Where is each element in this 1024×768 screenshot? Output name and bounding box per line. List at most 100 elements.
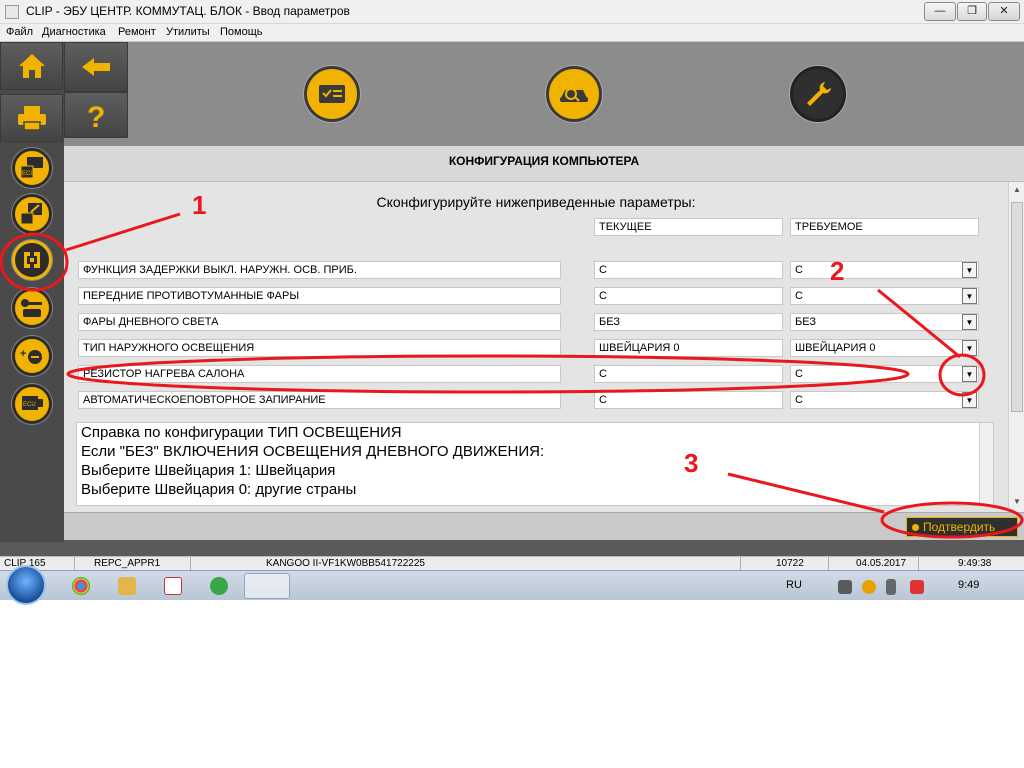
param-label-auto-relock: АВТОМАТИЧЕСКОЕПОВТОРНОЕ ЗАПИРАНИЕ bbox=[78, 391, 561, 409]
ecu-replace-button[interactable]: ECU bbox=[12, 384, 52, 424]
key-programming-button[interactable] bbox=[12, 288, 52, 328]
acrobat-icon[interactable] bbox=[164, 577, 182, 595]
ecu-chip-icon: ECU bbox=[22, 396, 43, 410]
help-line-1: Справка по конфигурации ТИП ОСВЕЩЕНИЯ bbox=[81, 424, 402, 441]
menu-repair[interactable]: Ремонт bbox=[118, 26, 156, 38]
back-button[interactable] bbox=[64, 42, 128, 92]
dropdown-arrow-auto-relock[interactable]: ▼ bbox=[962, 392, 977, 408]
param-required-auto-relock[interactable]: С bbox=[790, 391, 979, 409]
title-bar: CLIP - ЭБУ ЦЕНТР. КОММУТАЦ. БЛОК - Ввод … bbox=[0, 0, 1024, 24]
scroll-down-arrow-icon[interactable]: ▼ bbox=[1011, 496, 1023, 508]
dropdown-arrow-lighting-type[interactable]: ▼ bbox=[962, 340, 977, 356]
menu-file[interactable]: Файл bbox=[6, 26, 33, 38]
top-toolbar: ? bbox=[64, 42, 1024, 146]
svg-text:+: + bbox=[20, 348, 26, 360]
dropdown-arrow-fog-lights[interactable]: ▼ bbox=[962, 288, 977, 304]
question-mark-icon: ? bbox=[87, 101, 105, 131]
clip-taskbar-button[interactable] bbox=[244, 573, 290, 599]
param-current-lighting-type: ШВЕЙЦАРИЯ 0 bbox=[594, 339, 783, 357]
column-header-required: ТРЕБУЕМОЕ bbox=[790, 218, 979, 236]
param-required-cabin-heater-resistor[interactable]: С bbox=[790, 365, 979, 383]
status-bar: CLIP 165 REPC_APPR1 KANGOO II-VF1KW0BB54… bbox=[0, 556, 1024, 571]
chrome-icon[interactable] bbox=[72, 577, 90, 595]
help-button[interactable]: ? bbox=[64, 92, 128, 138]
param-current-auto-relock: С bbox=[594, 391, 783, 409]
param-label-lighting-delay: ФУНКЦИЯ ЗАДЕРЖКИ ВЫКЛ. НАРУЖН. ОСВ. ПРИБ… bbox=[78, 261, 561, 279]
svg-text:ECU: ECU bbox=[23, 402, 36, 408]
dropdown-arrow-cabin-heater-resistor[interactable]: ▼ bbox=[962, 366, 977, 382]
confirm-dot-icon bbox=[912, 524, 919, 531]
windows-taskbar: RU 9:49 bbox=[0, 565, 1024, 605]
menu-utilities[interactable]: Утилиты bbox=[166, 26, 210, 38]
signal-icon[interactable] bbox=[838, 580, 852, 594]
param-label-lighting-type: ТИП НАРУЖНОГО ОСВЕЩЕНИЯ bbox=[78, 339, 561, 357]
ecu-screen-icon: ECU bbox=[20, 157, 43, 179]
left-toolbar: ECU + ECU bbox=[0, 42, 64, 542]
messenger-icon[interactable] bbox=[210, 577, 228, 595]
home-button[interactable] bbox=[0, 42, 63, 90]
annotation-number-2: 2 bbox=[830, 256, 845, 286]
param-label-daytime-lights: ФАРЫ ДНЕВНОГО СВЕТА bbox=[78, 313, 561, 331]
print-button[interactable] bbox=[0, 94, 63, 142]
annotation-number-3: 3 bbox=[684, 448, 699, 478]
network-error-icon[interactable] bbox=[910, 580, 924, 594]
taskbar-clock: 9:49 bbox=[958, 579, 980, 591]
vehicle-diagnostic-button[interactable] bbox=[546, 66, 602, 122]
help-line-4: Выберите Швейцария 0: другие страны bbox=[81, 481, 357, 498]
printer-icon bbox=[17, 106, 46, 131]
parameters-tab-button[interactable] bbox=[304, 66, 360, 122]
dropdown-arrow-daytime-lights[interactable]: ▼ bbox=[962, 314, 977, 330]
menu-diagnostics[interactable]: Диагностика bbox=[42, 26, 106, 38]
param-current-daytime-lights: БЕЗ bbox=[594, 313, 783, 331]
param-required-fog-lights[interactable]: С bbox=[790, 287, 979, 305]
app-icon bbox=[5, 5, 19, 19]
help-line-3: Выберите Швейцария 1: Швейцария bbox=[81, 462, 336, 479]
param-label-cabin-heater-resistor: РЕЗИСТОР НАГРЕВА САЛОНА bbox=[78, 365, 561, 383]
form-area: Сконфигурируйте нижеприведенные параметр… bbox=[64, 182, 1008, 512]
column-header-current: ТЕКУЩЕЕ bbox=[594, 218, 783, 236]
form-scrollbar[interactable]: ▲ ▼ bbox=[1008, 182, 1024, 512]
ecu-identification-button[interactable]: ECU bbox=[12, 148, 52, 188]
back-arrow-icon bbox=[82, 58, 110, 76]
clip-application: CLIP - ЭБУ ЦЕНТР. КОММУТАЦ. БЛОК - Ввод … bbox=[0, 0, 1024, 605]
panel-header: КОНФИГУРАЦИЯ КОМПЬЮТЕРА bbox=[64, 146, 1024, 182]
panel-title: КОНФИГУРАЦИЯ КОМПЬЮТЕРА bbox=[448, 154, 640, 168]
scroll-up-arrow-icon[interactable]: ▲ bbox=[1011, 184, 1023, 196]
status-vehicle: KANGOO II-VF1KW0BB541722225 bbox=[266, 558, 425, 569]
param-label-fog-lights: ПЕРЕДНИЕ ПРОТИВОТУМАННЫЕ ФАРЫ bbox=[78, 287, 561, 305]
language-indicator[interactable]: RU bbox=[786, 579, 802, 591]
repair-tools-button[interactable] bbox=[790, 66, 846, 122]
key-car-icon bbox=[21, 299, 42, 317]
status-repc: REPC_APPR1 bbox=[94, 558, 161, 569]
window-title: CLIP - ЭБУ ЦЕНТР. КОММУТАЦ. БЛОК - Ввод … bbox=[26, 4, 350, 18]
scroll-thumb[interactable] bbox=[1011, 202, 1023, 412]
param-required-lighting-delay[interactable]: С bbox=[790, 261, 979, 279]
menu-help[interactable]: Помощь bbox=[220, 26, 263, 38]
param-required-lighting-type[interactable]: ШВЕЙЦАРИЯ 0 bbox=[790, 339, 979, 357]
configuration-icon bbox=[24, 252, 40, 268]
param-current-fog-lights: С bbox=[594, 287, 783, 305]
minimize-button[interactable]: — bbox=[924, 2, 956, 21]
at-sign-icon[interactable] bbox=[862, 580, 876, 594]
close-button[interactable]: ✕ bbox=[988, 2, 1020, 21]
configuration-button[interactable] bbox=[12, 240, 52, 280]
battery-icon[interactable] bbox=[886, 579, 896, 595]
maximize-button[interactable]: ❐ bbox=[957, 2, 987, 21]
confirm-button[interactable]: Подтвердить bbox=[906, 517, 1018, 537]
start-button[interactable] bbox=[6, 565, 46, 605]
dropdown-arrow-lighting-delay[interactable]: ▼ bbox=[962, 262, 977, 278]
bottom-action-bar: Подтвердить bbox=[64, 512, 1024, 540]
configuration-panel: КОНФИГУРАЦИЯ КОМПЬЮТЕРА Сконфигурируйте … bbox=[64, 146, 1024, 512]
plus-minus-icon: + bbox=[20, 348, 42, 364]
status-code: 10722 bbox=[776, 558, 804, 569]
help-text-box[interactable]: Справка по конфигурации ТИП ОСВЕЩЕНИЯ Ес… bbox=[76, 422, 994, 506]
help-scrollbar[interactable] bbox=[979, 423, 993, 505]
file-explorer-icon[interactable] bbox=[118, 577, 136, 595]
adjustment-button[interactable]: + bbox=[12, 336, 52, 376]
ecu-edit-button[interactable] bbox=[12, 194, 52, 234]
param-current-lighting-delay: С bbox=[594, 261, 783, 279]
car-scan-icon bbox=[560, 88, 588, 102]
status-time: 9:49:38 bbox=[958, 558, 992, 569]
param-required-daytime-lights[interactable]: БЕЗ bbox=[790, 313, 979, 331]
ecu-edit-icon bbox=[20, 203, 42, 225]
